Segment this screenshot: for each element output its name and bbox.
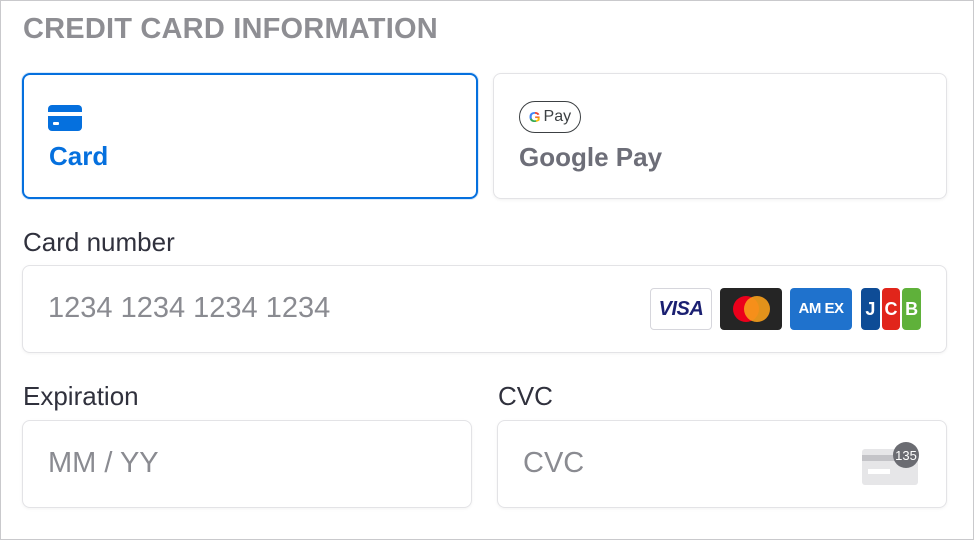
credit-card-icon <box>48 105 82 131</box>
visa-icon: VISA <box>650 288 712 330</box>
section-title: CREDIT CARD INFORMATION <box>23 13 438 45</box>
card-number-label: Card number <box>23 227 175 257</box>
tab-google-pay-label: Google Pay <box>519 142 663 172</box>
expiration-placeholder: MM / YY <box>48 447 159 479</box>
google-pay-icon: G Pay <box>519 101 581 133</box>
card-number-placeholder: 1234 1234 1234 1234 <box>48 292 331 324</box>
card-brand-icons: VISA AM EX J C B <box>650 288 922 330</box>
jcb-icon: J C B <box>860 288 922 330</box>
google-g-icon: G <box>528 108 541 126</box>
cvc-input[interactable]: CVC 135 <box>497 420 947 508</box>
mastercard-icon <box>720 288 782 330</box>
cvc-card-icon: 135 <box>862 442 919 485</box>
card-number-input[interactable]: 1234 1234 1234 1234 VISA AM EX J C B <box>22 265 947 353</box>
tab-google-pay[interactable]: G Pay Google Pay <box>493 73 947 199</box>
amex-icon: AM EX <box>790 288 852 330</box>
cvc-digits-text: 135 <box>895 448 917 463</box>
cvc-label: CVC <box>498 381 553 411</box>
payment-form: CREDIT CARD INFORMATION Card G Pay Googl… <box>0 0 974 540</box>
google-pay-badge-text: Pay <box>543 108 572 125</box>
cvc-placeholder: CVC <box>523 447 585 479</box>
expiration-label: Expiration <box>23 381 139 411</box>
tab-card-label: Card <box>49 141 109 171</box>
expiration-input[interactable]: MM / YY <box>22 420 472 508</box>
tab-card[interactable]: Card <box>22 73 478 199</box>
